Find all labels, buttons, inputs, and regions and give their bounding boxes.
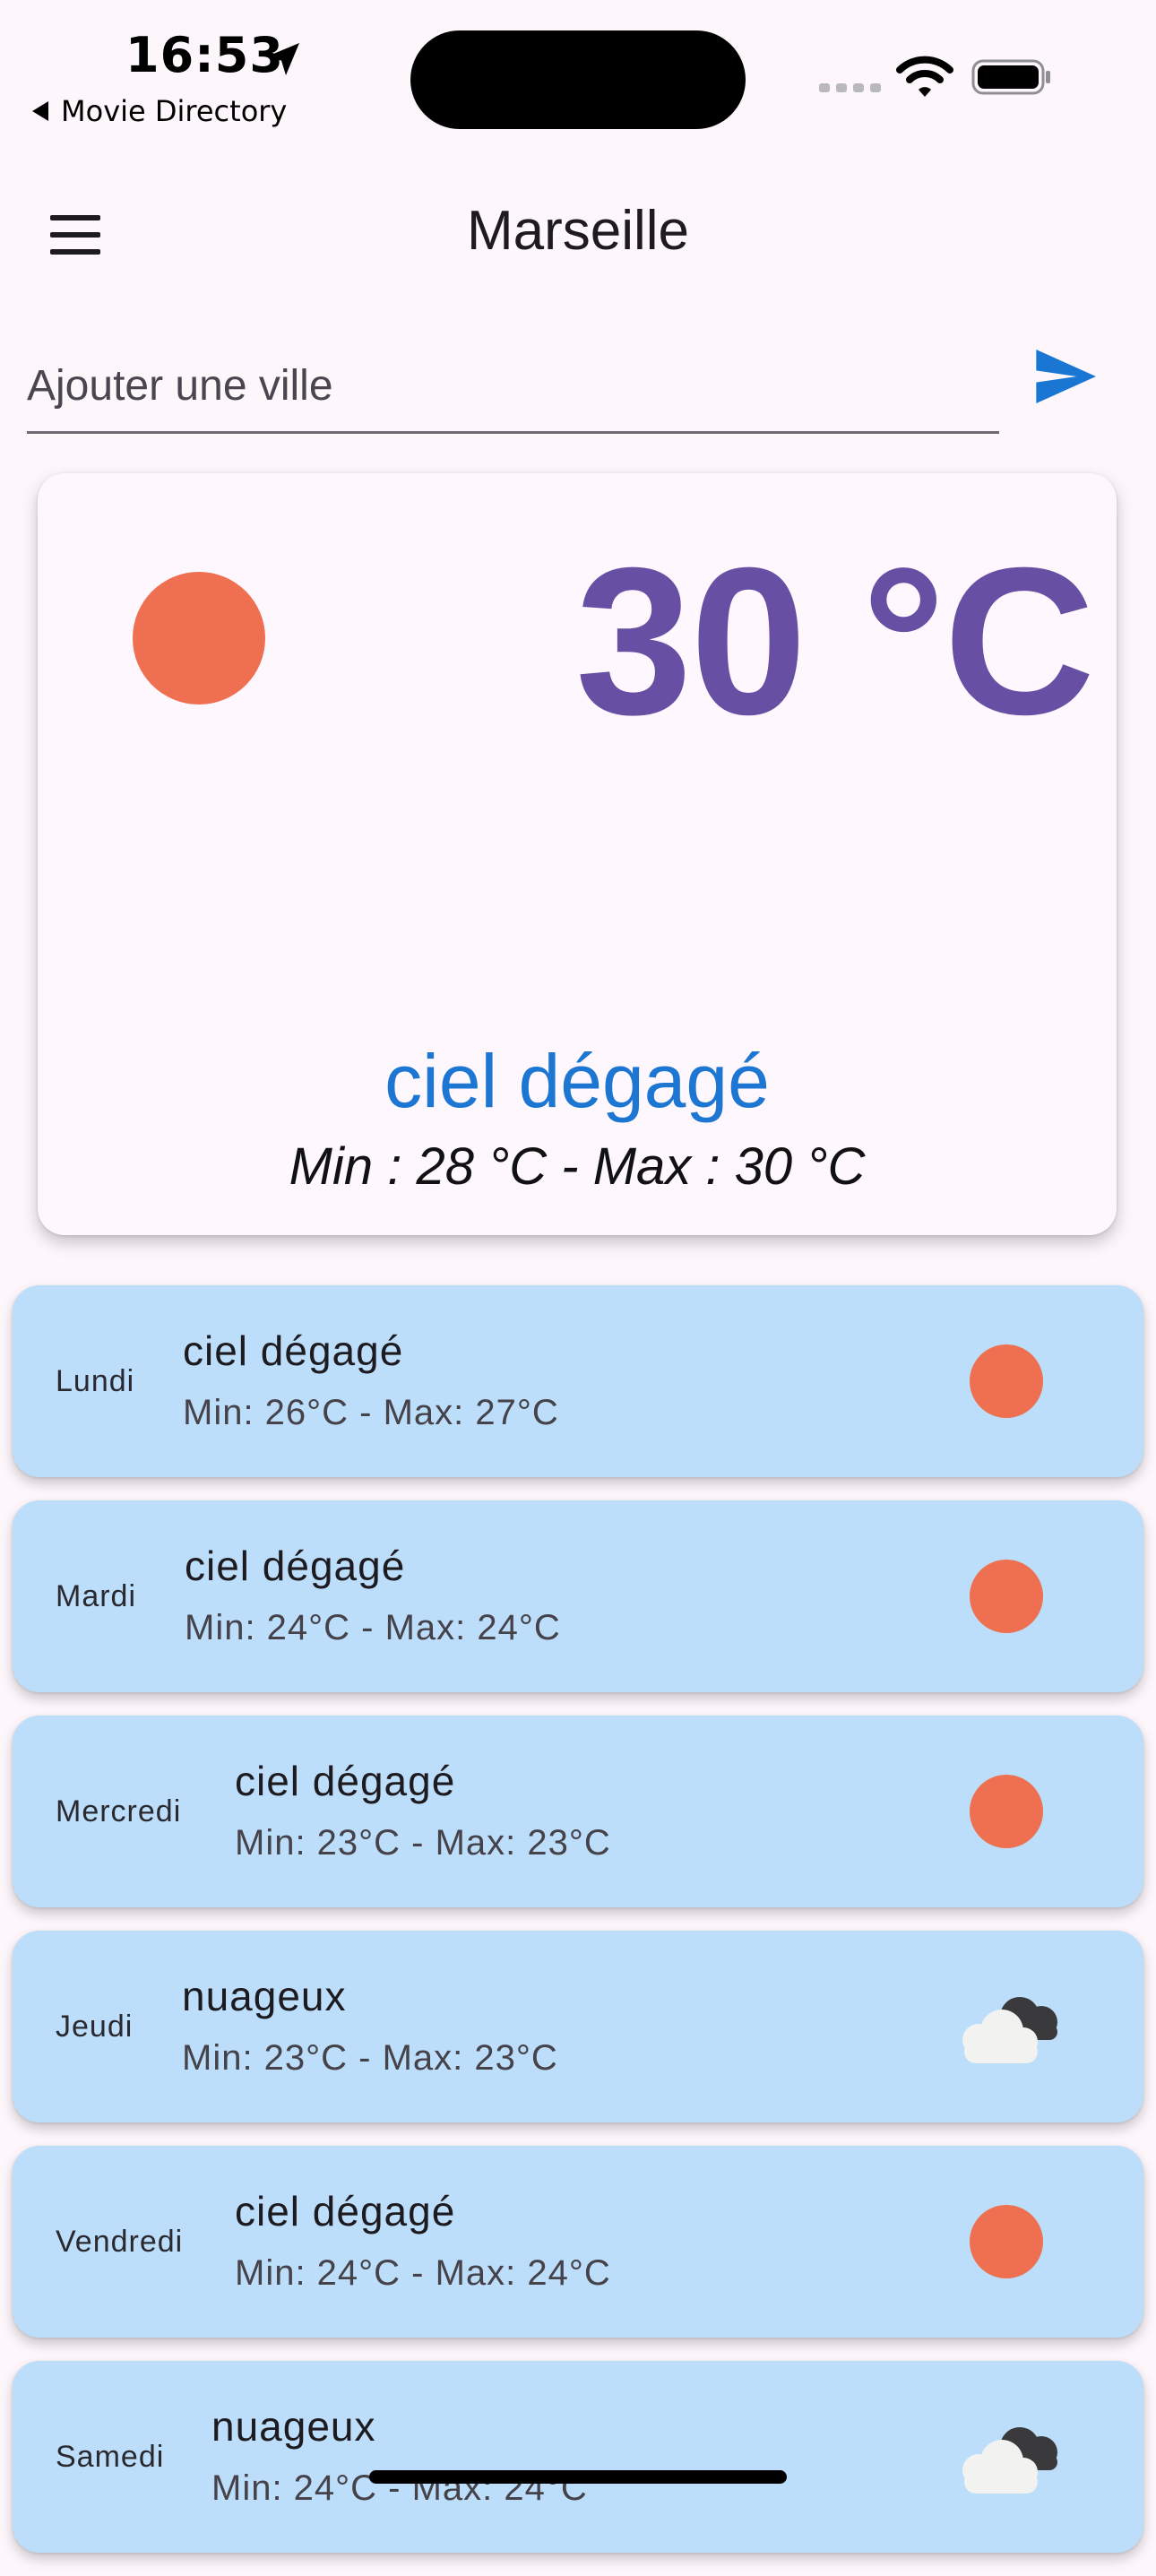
forecast-item-vendredi[interactable]: Vendredi ciel dégagé Min: 24°C - Max: 24…	[13, 2146, 1143, 2338]
forecast-day: Lundi	[56, 1363, 135, 1398]
forecast-description: nuageux	[182, 1973, 347, 2019]
current-weather-card: 30 °C ciel dégagé Min : 28 °C - Max : 30…	[38, 473, 1117, 1235]
status-time: 16:53	[125, 27, 284, 83]
back-triangle-icon	[32, 101, 48, 121]
home-indicator[interactable]	[369, 2470, 787, 2484]
forecast-day: Jeudi	[56, 2009, 134, 2044]
location-arrow-icon	[267, 43, 299, 75]
forecast-description: ciel dégagé	[183, 1327, 404, 1374]
send-icon	[1036, 350, 1096, 403]
forecast-min-max: Min: 26°C - Max: 27°C	[183, 1393, 559, 1432]
send-button[interactable]	[1025, 341, 1104, 412]
forecast-day: Vendredi	[56, 2224, 184, 2259]
page-title: Marseille	[466, 200, 690, 262]
forecast-min-max: Min: 23°C - Max: 23°C	[235, 1823, 611, 1863]
back-to-app-link[interactable]: Movie Directory	[32, 93, 287, 129]
forecast-list: Lundi ciel dégagé Min: 26°C - Max: 27°C …	[13, 1285, 1143, 2576]
forecast-item-lundi[interactable]: Lundi ciel dégagé Min: 26°C - Max: 27°C	[13, 1285, 1143, 1477]
forecast-day: Samedi	[56, 2439, 165, 2474]
wifi-icon	[896, 56, 953, 97]
forecast-min-max: Min: 24°C - Max: 24°C	[235, 2253, 611, 2293]
sun-icon	[970, 1344, 1043, 1418]
cloud-icon	[962, 1997, 1057, 2063]
forecast-day: Mardi	[56, 1578, 137, 1613]
cellular-signal-icon	[819, 83, 881, 92]
forecast-min-max: Min: 24°C - Max: 24°C	[185, 1608, 561, 1647]
forecast-item-mardi[interactable]: Mardi ciel dégagé Min: 24°C - Max: 24°C	[13, 1500, 1143, 1692]
forecast-min-max: Min: 23°C - Max: 23°C	[182, 2038, 558, 2078]
cloud-icon	[962, 2427, 1057, 2494]
forecast-description: nuageux	[211, 2403, 376, 2450]
current-description: ciel dégagé	[384, 1039, 770, 1123]
sun-icon	[970, 1775, 1043, 1848]
current-min-max: Min : 28 °C - Max : 30 °C	[289, 1137, 866, 1196]
forecast-item-mercredi[interactable]: Mercredi ciel dégagé Min: 23°C - Max: 23…	[13, 1716, 1143, 1907]
forecast-description: ciel dégagé	[235, 2188, 456, 2235]
forecast-item-samedi[interactable]: Samedi nuageux Min: 24°C - Max: 24°C	[13, 2361, 1143, 2553]
add-city-input[interactable]	[27, 341, 999, 434]
forecast-day: Mercredi	[56, 1794, 182, 1828]
current-temperature: 30 °C	[575, 523, 1095, 758]
battery-icon	[971, 59, 1050, 95]
forecast-description: ciel dégagé	[235, 1758, 456, 1804]
back-app-label: Movie Directory	[61, 94, 288, 128]
sun-icon	[970, 1560, 1043, 1633]
forecast-item-jeudi[interactable]: Jeudi nuageux Min: 23°C - Max: 23°C	[13, 1931, 1143, 2122]
sun-icon	[133, 572, 265, 705]
status-bar: 16:53 Movie Directory	[0, 0, 1156, 143]
sun-icon	[970, 2205, 1043, 2278]
forecast-description: ciel dégagé	[185, 1543, 406, 1589]
dynamic-island	[410, 30, 746, 129]
